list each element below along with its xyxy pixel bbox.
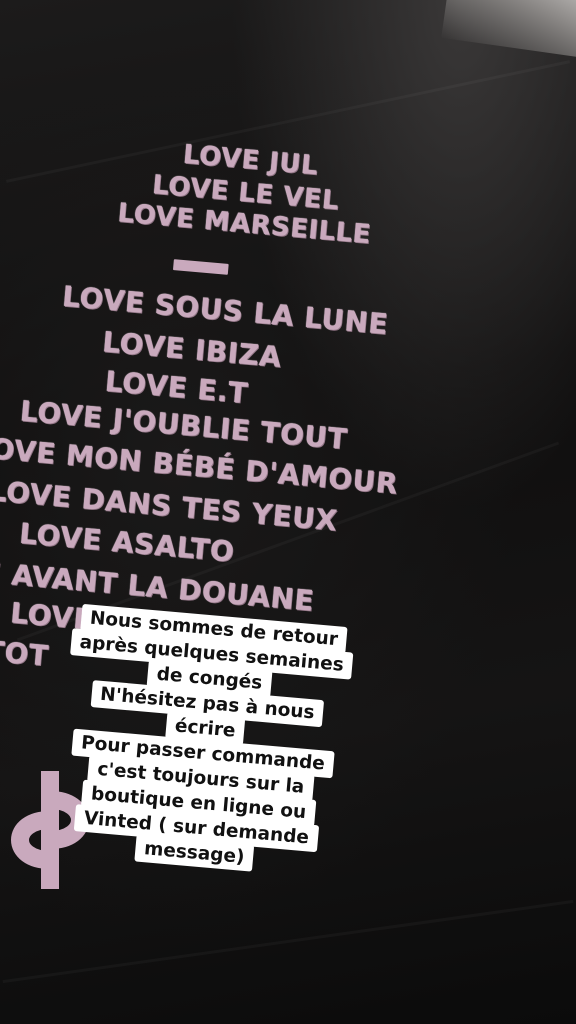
print-line: TOT [0,634,50,673]
print-dash [172,259,229,275]
story-caption: Nous sommes de retour après quelques sem… [37,603,372,880]
